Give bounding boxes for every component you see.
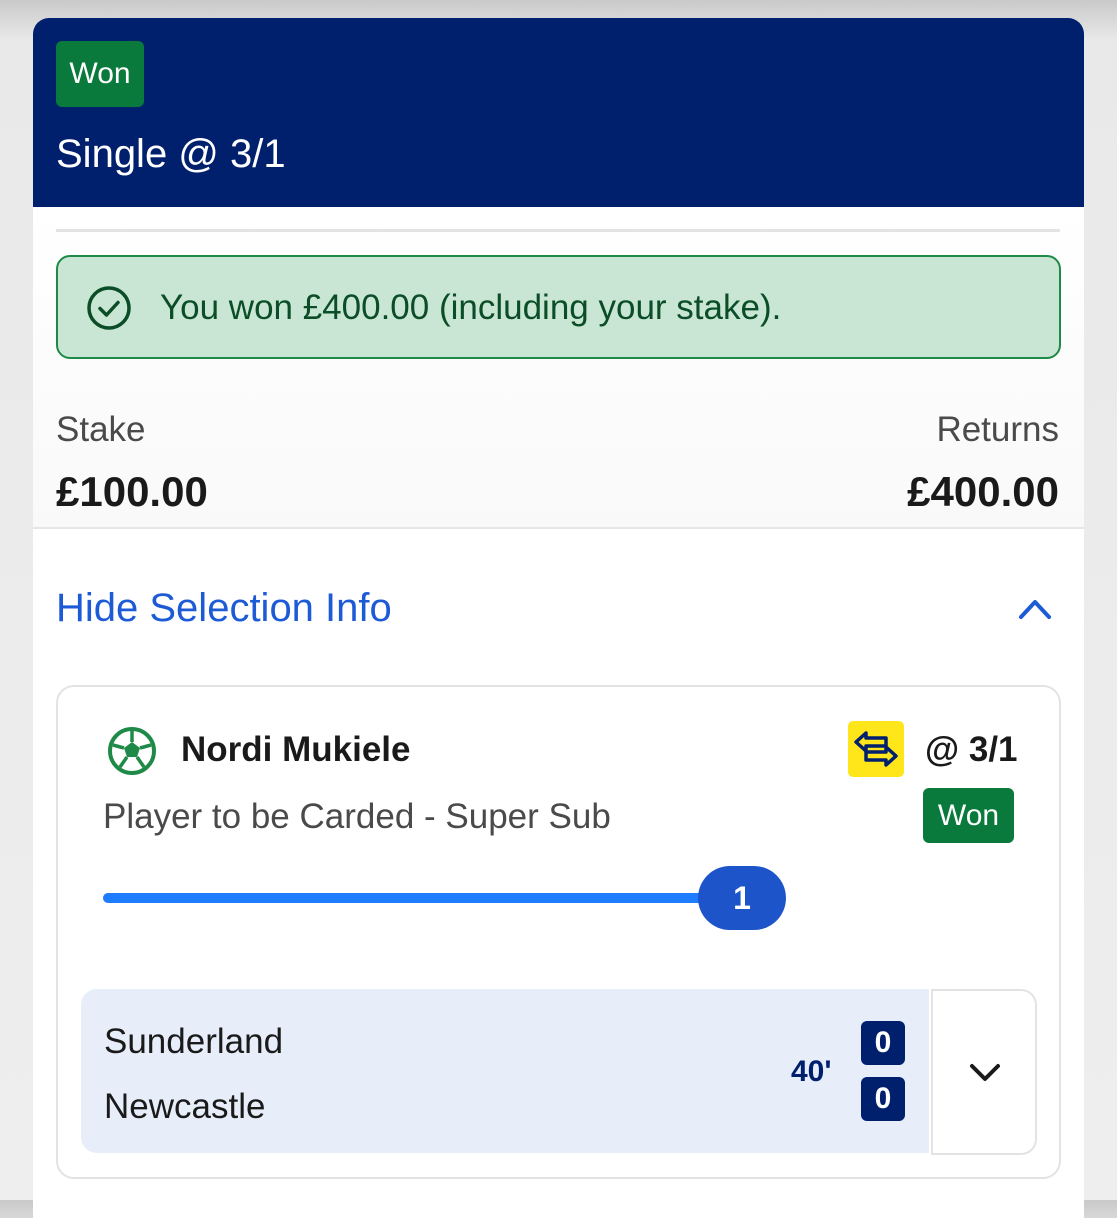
market-name: Player to be Carded - Super Sub: [103, 797, 611, 836]
hide-selection-info-link[interactable]: Hide Selection Info: [56, 581, 392, 635]
divider: [56, 229, 1060, 232]
progress-count: 1: [698, 866, 786, 930]
chevron-up-icon[interactable]: [1016, 593, 1054, 623]
bet-title: Single @ 3/1: [56, 132, 286, 176]
home-score: 0: [861, 1021, 905, 1065]
expand-match-button[interactable]: [931, 989, 1037, 1155]
returns-label: Returns: [936, 410, 1059, 449]
bet-header: Won Single @ 3/1: [33, 18, 1084, 207]
away-team: Newcastle: [104, 1087, 266, 1126]
bet-card: Won Single @ 3/1 You won £400.00 (includ…: [33, 18, 1084, 1218]
match-minute: 40': [791, 1055, 832, 1088]
win-banner: You won £400.00 (including your stake).: [56, 255, 1061, 359]
selection-status-badge: Won: [923, 788, 1014, 843]
stake-label: Stake: [56, 410, 146, 449]
progress-fill: [103, 893, 733, 903]
progress-track: [103, 893, 733, 903]
stake-value: £100.00: [56, 468, 208, 515]
chevron-down-icon[interactable]: [967, 1057, 1003, 1087]
super-sub-swap-icon: [848, 721, 904, 777]
check-circle-icon: [87, 286, 131, 330]
selection-card: Nordi Mukiele @ 3/1 Player to be Carded …: [56, 685, 1061, 1179]
status-badge: Won: [56, 41, 144, 107]
football-icon: [108, 727, 156, 775]
win-message: You won £400.00 (including your stake).: [160, 288, 782, 327]
returns-value: £400.00: [907, 468, 1059, 515]
scoreboard: Sunderland Newcastle 40' 0 0: [81, 989, 929, 1153]
player-name: Nordi Mukiele: [181, 730, 411, 769]
home-team: Sunderland: [104, 1022, 284, 1061]
bet-summary-section: You won £400.00 (including your stake). …: [33, 207, 1084, 529]
away-score: 0: [861, 1077, 905, 1121]
selection-odds: @ 3/1: [925, 730, 1018, 769]
